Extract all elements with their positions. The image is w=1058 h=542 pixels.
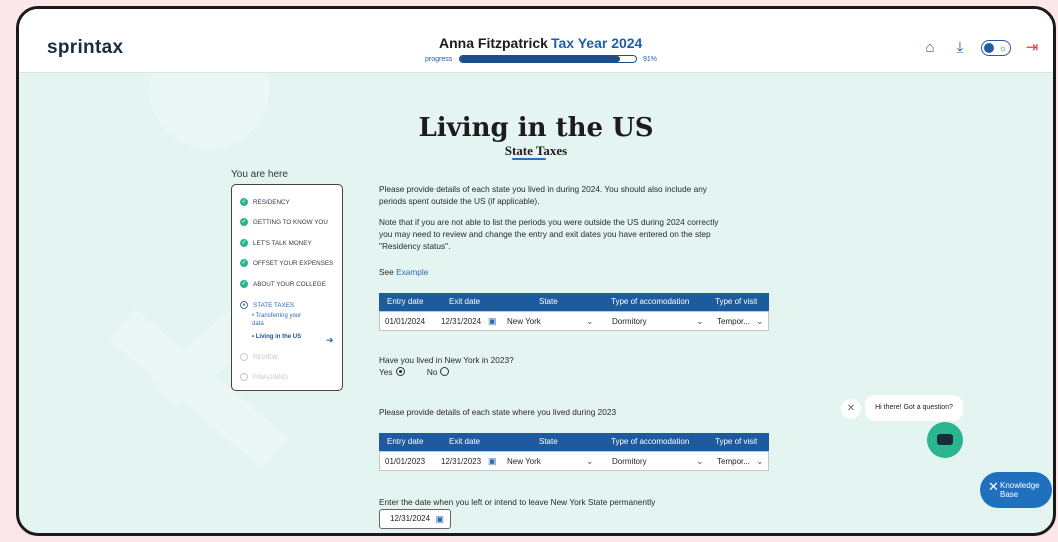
chevron-down-icon[interactable]: ⌄ (586, 456, 594, 467)
col-visit-type: Type of visit (715, 437, 758, 446)
step-review: Review (240, 353, 278, 361)
logo[interactable]: sprintax (47, 37, 123, 59)
visit-select[interactable]: Tempor... (717, 457, 750, 466)
calendar-icon[interactable]: ▣ (435, 510, 444, 528)
calendar-icon[interactable]: ▣ (488, 456, 497, 467)
step-offset-expenses[interactable]: ✓ Offset your expenses (240, 259, 333, 267)
user-name: Anna Fitzpatrick (439, 35, 548, 51)
substep-transferring[interactable]: • Transferring your (252, 312, 301, 320)
pending-icon (240, 373, 248, 381)
table-header: Entry date Exit date State Type of accom… (379, 433, 769, 451)
theme-toggle[interactable]: ☼ (981, 40, 1011, 56)
exit-date-field[interactable]: 12/31/2024 (441, 317, 481, 326)
state-select[interactable]: New York (507, 317, 541, 326)
col-accommodation: Type of accomodation (611, 297, 690, 306)
radio-no[interactable] (440, 367, 450, 376)
steps-panel: ✓ Residency ✓ Getting to know you ✓ Let's t… (231, 184, 343, 391)
leave-date-field[interactable]: 12/31/2024 ▣ (379, 509, 451, 529)
note-line: you may need to review and change the en… (379, 229, 711, 239)
instructions-line: Please provide details of each state you… (379, 184, 707, 194)
chat-icon (937, 434, 953, 445)
instructions-2023: Please provide details of each state whe… (379, 407, 617, 417)
see-example: See Example (379, 267, 429, 277)
col-state: State (539, 297, 558, 306)
progress-fill (460, 56, 621, 62)
chevron-down-icon[interactable]: ⌄ (756, 316, 764, 327)
logout-icon[interactable]: ⇥ (1023, 39, 1041, 57)
table-row: 01/01/2023 12/31/2023 ▣ New York ⌄ Dormi… (379, 451, 769, 471)
tax-year: Tax Year 2024 (551, 35, 643, 51)
col-state: State (539, 437, 558, 446)
visit-select[interactable]: Tempor... (717, 317, 750, 326)
step-getting-to-know-you[interactable]: ✓ Getting to know you (240, 218, 328, 226)
states-table-2024: Entry date Exit date State Type of accom… (379, 293, 769, 331)
entry-date-field[interactable]: 01/01/2023 (385, 457, 425, 466)
calendar-icon[interactable]: ▣ (488, 316, 497, 327)
app-window: sprintax Anna Fitzpatrick Tax Year 2024 … (16, 6, 1056, 536)
step-finalising: Finalising (240, 373, 288, 381)
home-icon[interactable]: ⌂ (921, 39, 939, 57)
col-exit-date: Exit date (449, 437, 481, 446)
progress-label: progress (425, 56, 453, 63)
entry-date-field[interactable]: 01/01/2024 (385, 317, 425, 326)
page-title: Living in the US (418, 113, 654, 143)
progress-bar (459, 55, 637, 63)
instructions-line: periods spent outside the US (if applica… (379, 196, 540, 206)
chat-button[interactable] (927, 422, 963, 458)
sun-icon: ☼ (998, 43, 1007, 53)
chat-bubble[interactable]: Hi there! Got a question? (865, 395, 963, 421)
knowledge-base-button[interactable]: ✕ Knowledge Base (980, 472, 1052, 508)
note-line: Note that if you are not able to list th… (379, 217, 719, 227)
check-icon: ✓ (240, 218, 248, 226)
chevron-down-icon[interactable]: ⌄ (756, 456, 764, 467)
note-line: "Residency status". (379, 241, 451, 251)
check-icon: ✓ (240, 239, 248, 247)
accommodation-select[interactable]: Dormitory (612, 317, 647, 326)
col-visit-type: Type of visit (715, 297, 758, 306)
radio-yes-label: Yes (379, 367, 393, 377)
current-step-icon: ● (240, 301, 248, 309)
col-entry-date: Entry date (387, 437, 424, 446)
sidebar-heading: You are here (231, 169, 288, 180)
example-link[interactable]: Example (396, 267, 428, 277)
radio-no-label: No (426, 367, 438, 377)
radio-yes[interactable] (395, 367, 405, 376)
col-entry-date: Entry date (387, 297, 424, 306)
exit-date-field[interactable]: 12/31/2023 (441, 457, 481, 466)
top-bar: sprintax Anna Fitzpatrick Tax Year 2024 … (19, 9, 1053, 73)
check-icon: ✓ (240, 198, 248, 206)
accommodation-select[interactable]: Dormitory (612, 457, 647, 466)
top-icons: ⌂ ⤓ ☼ ⇥ (921, 39, 1041, 57)
question-2023: Have you lived in New York in 2023? (379, 355, 514, 365)
chevron-down-icon[interactable]: ⌄ (696, 316, 704, 327)
page-subtitle: State Taxes (504, 143, 568, 158)
states-table-2023: Entry date Exit date State Type of accom… (379, 433, 769, 471)
state-select[interactable]: New York (507, 457, 541, 466)
pending-icon (240, 353, 248, 361)
progress-percent: 91% (643, 56, 658, 63)
table-header: Entry date Exit date State Type of accom… (379, 293, 769, 311)
step-about-college[interactable]: ✓ About your college (240, 280, 326, 288)
step-lets-talk-money[interactable]: ✓ Let's talk money (240, 239, 312, 247)
col-exit-date: Exit date (449, 297, 481, 306)
step-residency[interactable]: ✓ Residency (240, 198, 290, 206)
col-accommodation: Type of accomodation (611, 437, 690, 446)
chevron-down-icon[interactable]: ⌄ (586, 316, 594, 327)
close-chat-icon[interactable]: ✕ (841, 399, 861, 419)
leave-date-label: Enter the date when you left or intend t… (379, 497, 656, 507)
table-row: 01/01/2024 12/31/2024 ▣ New York ⌄ Dormi… (379, 311, 769, 331)
substep-transferring-cont[interactable]: data (252, 320, 264, 328)
knowledge-base-icon: ✕ (988, 479, 999, 494)
check-icon: ✓ (240, 280, 248, 288)
subtitle-underline (512, 158, 546, 160)
chevron-down-icon[interactable]: ⌄ (696, 456, 704, 467)
download-icon[interactable]: ⤓ (951, 39, 969, 57)
substep-living-in-us[interactable]: • Living in the US (252, 333, 301, 341)
radio-group: Yes No (379, 367, 450, 377)
arrow-right-icon: ➜ (326, 335, 334, 345)
check-icon: ✓ (240, 259, 248, 267)
step-state-taxes[interactable]: ● State taxes (240, 301, 294, 309)
